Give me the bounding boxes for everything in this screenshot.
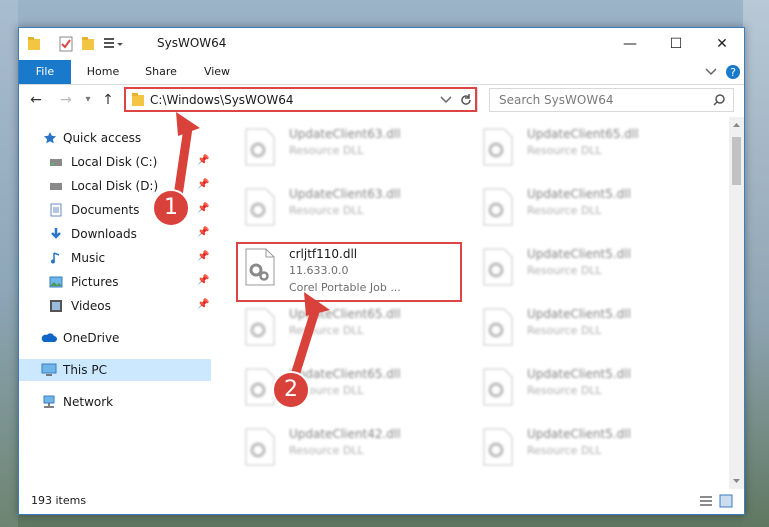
arrowhead-2 — [304, 292, 330, 316]
arrow-1 — [173, 123, 193, 201]
step-badge-1: 1 — [152, 189, 190, 227]
arrow-2 — [291, 303, 321, 377]
step-badge-2: 2 — [272, 371, 310, 409]
annotation-arrows — [173, 112, 330, 377]
